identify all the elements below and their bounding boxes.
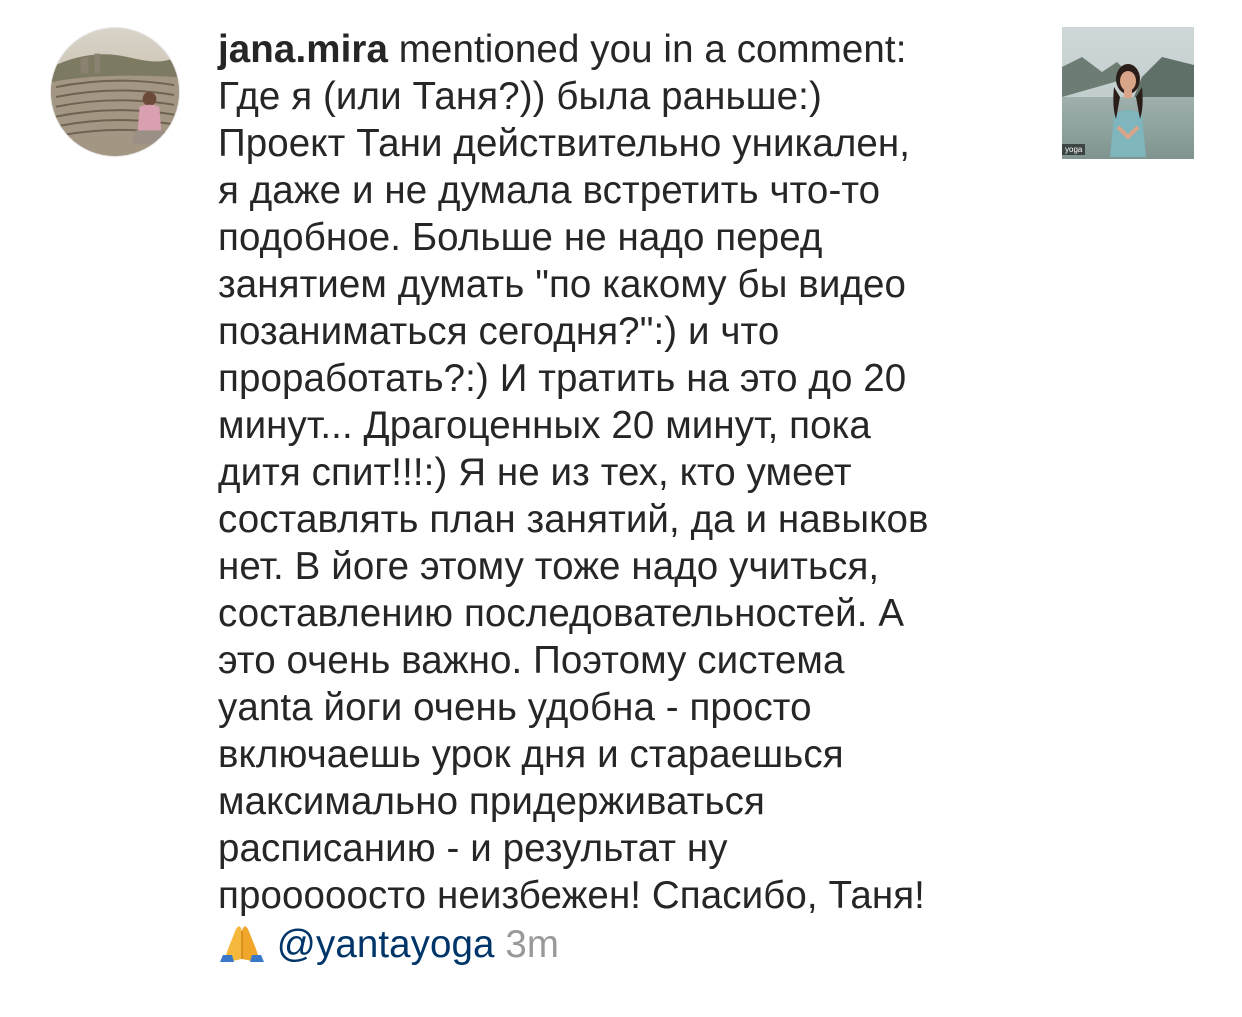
thumbnail-photo bbox=[1062, 27, 1194, 159]
user-avatar[interactable] bbox=[50, 27, 180, 157]
comment-line: включаешь урок дня и стараешься bbox=[218, 733, 844, 776]
thumbnail-tag: yoga bbox=[1062, 144, 1086, 155]
comment-text: jana.mira mentioned you in a comment: Гд… bbox=[218, 26, 1038, 968]
timestamp: 3m bbox=[505, 923, 560, 966]
comment-footer-line: @yantayoga 3m bbox=[218, 919, 1038, 968]
comment-header-line: jana.mira mentioned you in a comment: bbox=[218, 26, 1038, 73]
comment-line: Проект Тани действительно уникален, bbox=[218, 122, 911, 165]
mention-link[interactable]: @yantayoga bbox=[277, 923, 495, 966]
comment-line: расписанию - и результат ну bbox=[218, 827, 728, 870]
post-thumbnail[interactable]: yoga bbox=[1062, 27, 1194, 159]
comment-line: проработать?:) И тратить на это до 20 bbox=[218, 357, 907, 400]
comment-line: подобное. Больше не надо перед bbox=[218, 216, 823, 259]
comment-line: максимально придерживаться bbox=[218, 780, 765, 823]
comment-line: прооооосто неизбежен! Спасибо, Таня! bbox=[218, 874, 925, 917]
activity-notification[interactable]: jana.mira mentioned you in a comment: Гд… bbox=[0, 0, 1242, 1017]
comment-line: составлять план занятий, да и навыков bbox=[218, 498, 929, 541]
comment-line: минут... Драгоценных 20 минут, пока bbox=[218, 404, 871, 447]
comment-line: занятием думать "по какому бы видео bbox=[218, 263, 907, 306]
comment-line: составлению последовательностей. А bbox=[218, 592, 905, 635]
comment-line: Где я (или Таня?)) была раньше:) bbox=[218, 75, 822, 118]
comment-line: позаниматься сегодня?":) и что bbox=[218, 310, 780, 353]
comment-line: я даже и не думала встретить что-то bbox=[218, 169, 881, 212]
comment-line: нет. В йоге этому тоже надо учиться, bbox=[218, 545, 880, 588]
folded-hands-icon bbox=[220, 926, 264, 962]
comment-line: yanta йоги очень удобна - просто bbox=[218, 686, 812, 729]
comment-line: дитя спит!!!:) Я не из тех, кто умеет bbox=[218, 451, 852, 494]
avatar-photo bbox=[51, 28, 179, 156]
action-text: mentioned you in a comment: bbox=[387, 28, 907, 71]
username-link[interactable]: jana.mira bbox=[218, 28, 388, 71]
comment-line: это очень важно. Поэтому система bbox=[218, 639, 845, 682]
